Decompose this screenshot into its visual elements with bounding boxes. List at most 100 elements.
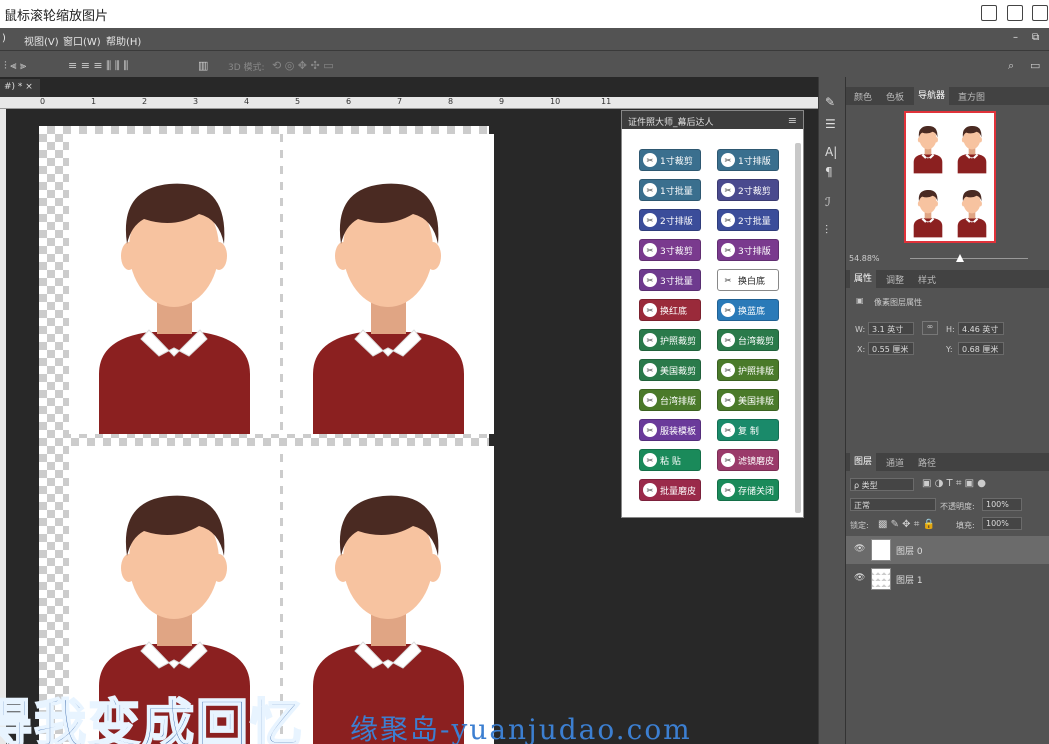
w-label: W:: [855, 325, 866, 334]
plugin-button-label: 3寸排版: [738, 246, 771, 257]
plugin-button[interactable]: ✂ 美国排版: [717, 389, 779, 411]
plugin-button-label: 2寸裁剪: [738, 186, 771, 197]
layer-name[interactable]: 图层 0: [896, 544, 923, 557]
navigator-thumbnail[interactable]: [904, 111, 996, 243]
plugin-button[interactable]: ✂ 2寸批量: [717, 209, 779, 231]
3d-tool-icons[interactable]: ⟲ ◎ ✥ ✣ ▭: [272, 59, 334, 72]
character-icon[interactable]: A|: [825, 145, 837, 159]
tab-color[interactable]: 颜色: [854, 90, 872, 103]
opacity-field[interactable]: 100%: [982, 498, 1022, 511]
scissors-icon: ✂: [643, 363, 657, 377]
panel-menu-icon[interactable]: ≡: [788, 114, 797, 127]
tab-histogram[interactable]: 直方图: [958, 90, 985, 103]
plugin-button[interactable]: ✂ 护照排版: [717, 359, 779, 381]
plugin-button[interactable]: ✂ 1寸排版: [717, 149, 779, 171]
plugin-button[interactable]: ✂ 滤镜磨皮: [717, 449, 779, 471]
plugin-button[interactable]: ✂ 3寸批量: [639, 269, 701, 291]
menu-item-edit[interactable]: ): [2, 33, 6, 44]
minimize-doc-button[interactable]: –: [1013, 32, 1018, 43]
width-field[interactable]: 3.1 英寸: [868, 322, 914, 335]
y-field[interactable]: 0.68 厘米: [958, 342, 1004, 355]
layer-row[interactable]: 👁 图层 0: [846, 536, 1049, 564]
plugin-button[interactable]: ✂ 换蓝底: [717, 299, 779, 321]
menu-item-view[interactable]: 视图(V): [24, 33, 59, 48]
align-icons[interactable]: ⫶ ⫷ ⫸: [4, 59, 26, 73]
plugin-button[interactable]: ✂ 美国裁剪: [639, 359, 701, 381]
workspace-icon[interactable]: ▭: [1030, 59, 1040, 72]
paragraph-icon[interactable]: ¶: [825, 165, 833, 179]
close-icon[interactable]: [1032, 5, 1048, 21]
zoom-slider[interactable]: [910, 258, 1028, 259]
watermark: 得我变成回忆 缘聚岛-yuanjudao.com: [0, 683, 1049, 744]
plugin-button[interactable]: ✂ 台湾裁剪: [717, 329, 779, 351]
menu-item-window[interactable]: 窗口(W): [63, 33, 101, 48]
plugin-button[interactable]: ✂ 2寸排版: [639, 209, 701, 231]
plugin-button-label: 粘 贴: [660, 456, 681, 467]
navigator-photo: [908, 115, 948, 175]
x-field[interactable]: 0.55 厘米: [868, 342, 914, 355]
scissors-icon: ✂: [721, 213, 735, 227]
canvas[interactable]: [39, 126, 494, 744]
glyphs-icon[interactable]: ℐ: [825, 195, 831, 209]
vertical-ruler: [0, 109, 6, 744]
ruler-tick: 9: [499, 97, 505, 106]
tab-styles[interactable]: 样式: [918, 273, 936, 286]
tab-channels[interactable]: 通道: [886, 456, 904, 469]
tab-paths[interactable]: 路径: [918, 456, 936, 469]
plugin-button[interactable]: ✂ 换白底: [717, 269, 779, 291]
search-icon[interactable]: ⌕: [1008, 59, 1014, 73]
plugin-button[interactable]: ✂ 1寸裁剪: [639, 149, 701, 171]
filter-icons[interactable]: ▣ ◑ T ⌗ ▣ ●: [922, 478, 986, 489]
properties-icon[interactable]: ⫶: [825, 223, 828, 238]
link-icon[interactable]: ∞: [922, 321, 938, 335]
plugin-button[interactable]: ✂ 3寸排版: [717, 239, 779, 261]
plugin-button[interactable]: ✂ 换红底: [639, 299, 701, 321]
fill-label: 填充:: [956, 521, 975, 530]
document-tab[interactable]: #) * ×: [0, 79, 40, 97]
scissors-icon: ✂: [643, 453, 657, 467]
distribute-icons[interactable]: ≡ ≡ ≡ ⫼ ⫼ ⫼: [68, 59, 128, 73]
tab-swatches[interactable]: 色板: [886, 90, 904, 103]
tab-navigator[interactable]: 导航器: [914, 87, 950, 105]
brush-icon[interactable]: ✎: [825, 95, 835, 109]
plugin-button[interactable]: ✂ 3寸裁剪: [639, 239, 701, 261]
tab-adjustments[interactable]: 调整: [886, 273, 904, 286]
plugin-button[interactable]: ✂ 护照裁剪: [639, 329, 701, 351]
plugin-button[interactable]: ✂ 复 制: [717, 419, 779, 441]
eye-icon[interactable]: 👁: [854, 544, 865, 554]
plugin-button-label: 美国排版: [738, 396, 775, 407]
plugin-button[interactable]: ✂ 粘 贴: [639, 449, 701, 471]
tab-properties[interactable]: 属性: [850, 270, 877, 288]
scissors-icon: ✂: [721, 243, 735, 257]
plugin-button[interactable]: ✂ 1寸批量: [639, 179, 701, 201]
tab-layers[interactable]: 图层: [850, 453, 877, 471]
plugin-button[interactable]: ✂ 2寸裁剪: [717, 179, 779, 201]
plugin-button[interactable]: ✂ 批量磨皮: [639, 479, 701, 501]
popout-icon[interactable]: [981, 5, 997, 21]
plugin-button[interactable]: ✂ 存储关闭: [717, 479, 779, 501]
scissors-icon: ✂: [721, 183, 735, 197]
plugin-scrollbar[interactable]: [795, 143, 801, 513]
horizontal-ruler: 0 1 2 3 4 5 6 7 8 9 10 11: [0, 97, 818, 109]
plugin-button[interactable]: ✂ 台湾排版: [639, 389, 701, 411]
scissors-icon: ✂: [721, 333, 735, 347]
adjust-icon[interactable]: ☰: [825, 117, 836, 131]
zoom-value[interactable]: 54.88%: [849, 254, 880, 263]
menu-item-help[interactable]: 帮助(H): [106, 33, 141, 48]
fill-field[interactable]: 100%: [982, 517, 1022, 530]
lock-icons[interactable]: ▩ ✎ ✥ ⌗ 🔒: [878, 519, 935, 530]
layer-name[interactable]: 图层 1: [896, 573, 923, 586]
layer-row[interactable]: 👁 图层 1: [846, 565, 1049, 593]
auto-align-icon[interactable]: ▥: [198, 59, 208, 72]
layer-kind-filter[interactable]: ρ 类型: [850, 478, 914, 491]
scissors-icon: ✂: [643, 303, 657, 317]
plugin-button[interactable]: ✂ 服装模板: [639, 419, 701, 441]
eye-icon[interactable]: 👁: [854, 573, 865, 583]
height-field[interactable]: 4.46 英寸: [958, 322, 1004, 335]
navigator-photo: [952, 179, 992, 239]
maximize-icon[interactable]: [1007, 5, 1023, 21]
scissors-icon: ✂: [643, 243, 657, 257]
plugin-button-label: 1寸裁剪: [660, 156, 693, 167]
restore-doc-button[interactable]: ⧉: [1032, 32, 1039, 43]
blend-mode-select[interactable]: 正常: [850, 498, 936, 511]
